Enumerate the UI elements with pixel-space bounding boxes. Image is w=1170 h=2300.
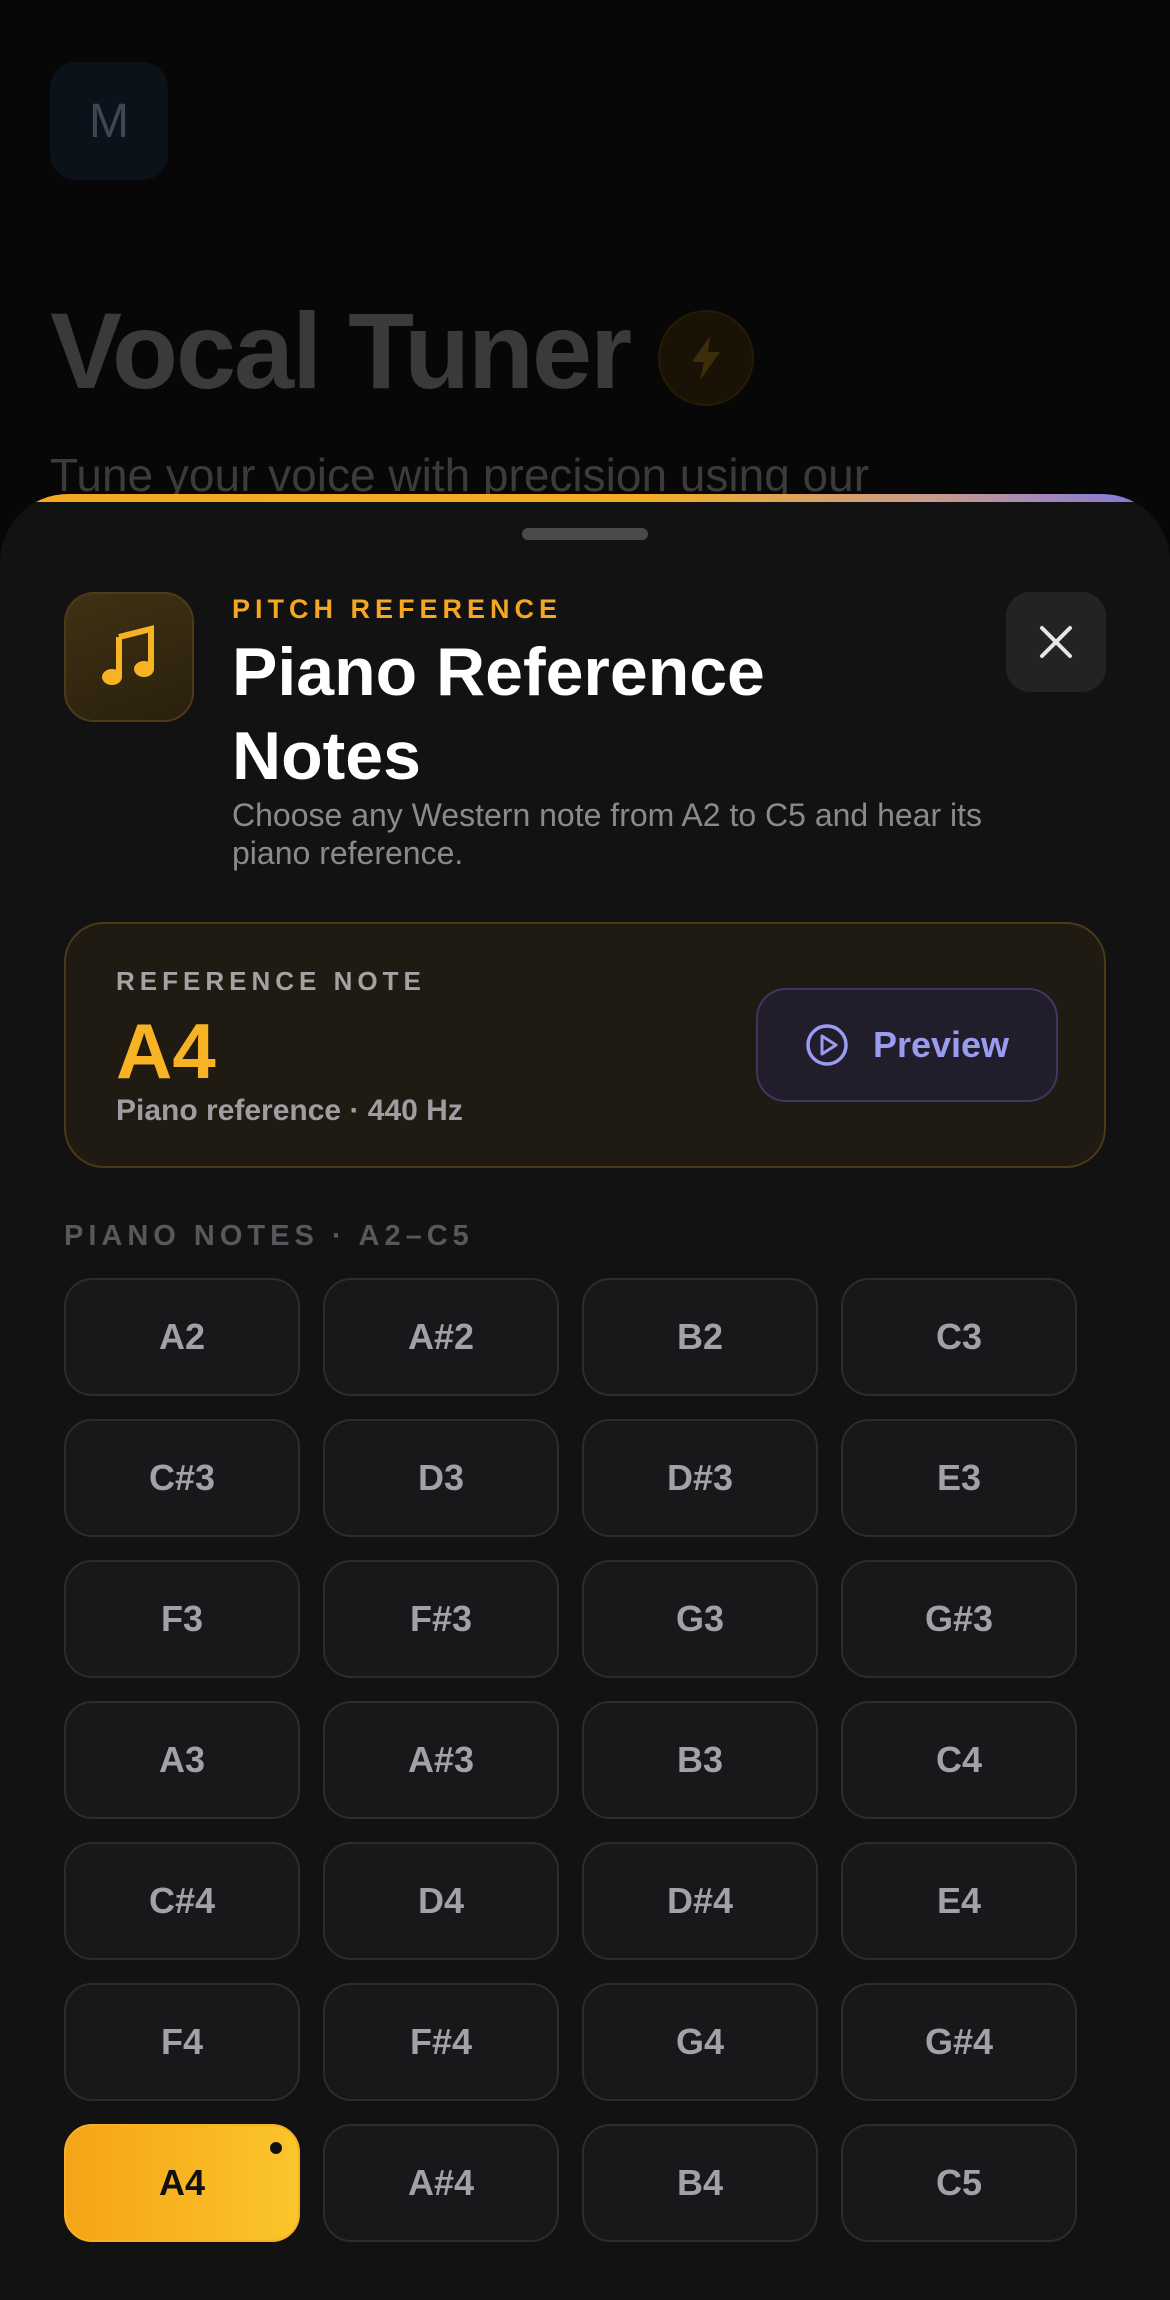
- note-key-csharp4[interactable]: C#4: [64, 1842, 300, 1960]
- preview-button[interactable]: Preview: [756, 988, 1058, 1102]
- selected-indicator-dot: [270, 2142, 282, 2154]
- app-screen: M Vocal Tuner Tune your voice with preci…: [0, 0, 1170, 2300]
- note-key-label: F3: [160, 1598, 203, 1639]
- note-key-e4[interactable]: E4: [841, 1842, 1077, 1960]
- reference-note-label: REFERENCE NOTE: [116, 966, 426, 996]
- note-key-d4[interactable]: D4: [323, 1842, 559, 1960]
- close-icon: [1040, 626, 1072, 658]
- note-key-label: G#4: [924, 2021, 994, 2062]
- avatar[interactable]: M: [50, 62, 168, 180]
- page-title: Vocal Tuner: [50, 290, 632, 411]
- reference-note-card: REFERENCE NOTE A4 Piano reference · 440 …: [64, 922, 1106, 1168]
- note-key-label: C3: [935, 1316, 983, 1357]
- note-key-label: A3: [158, 1739, 206, 1780]
- note-key-label: F#3: [409, 1598, 473, 1639]
- piano-notes-grid: A2 A#2 B2 C3 C#3 D3 D#3 E3 F3 F#3 G3 G#3 A3 A#3 B3 C4 C#…: [64, 1278, 1078, 2242]
- note-key-gsharp4[interactable]: G#4: [841, 1983, 1077, 2101]
- note-key-label: B4: [676, 2162, 724, 2203]
- note-key-label: B3: [676, 1739, 724, 1780]
- note-key-label: G4: [675, 2021, 725, 2062]
- note-key-a3[interactable]: A3: [64, 1701, 300, 1819]
- play-circle-icon: [806, 1024, 848, 1066]
- note-key-label: D#3: [666, 1457, 734, 1498]
- note-key-label: D4: [417, 1880, 465, 1921]
- note-key-c3[interactable]: C3: [841, 1278, 1077, 1396]
- piano-reference-sheet: PITCH REFERENCE Piano Reference Notes Ch…: [0, 494, 1170, 2300]
- note-key-asharp3[interactable]: A#3: [323, 1701, 559, 1819]
- piano-notes-label: PIANO NOTES · A2–C5: [64, 1220, 474, 1252]
- note-key-label: C5: [935, 2162, 983, 2203]
- note-key-label: D#4: [666, 1880, 734, 1921]
- note-key-c4[interactable]: C4: [841, 1701, 1077, 1819]
- close-button[interactable]: [1006, 592, 1106, 692]
- note-key-label: A4: [158, 2162, 206, 2203]
- note-key-csharp3[interactable]: C#3: [64, 1419, 300, 1537]
- note-key-dsharp3[interactable]: D#3: [582, 1419, 818, 1537]
- note-key-g3[interactable]: G3: [582, 1560, 818, 1678]
- note-key-label: A#2: [407, 1316, 475, 1357]
- note-key-label: C#3: [148, 1457, 216, 1498]
- note-key-asharp4[interactable]: A#4: [323, 2124, 559, 2242]
- note-key-label: A2: [158, 1316, 206, 1357]
- reference-note-description: Piano reference · 440 Hz: [116, 1094, 463, 1127]
- sheet-title: Piano Reference Notes: [232, 634, 765, 794]
- note-key-f3[interactable]: F3: [64, 1560, 300, 1678]
- note-key-label: D3: [417, 1457, 465, 1498]
- sheet-kicker: PITCH REFERENCE: [232, 594, 563, 624]
- note-key-b4[interactable]: B4: [582, 2124, 818, 2242]
- note-key-d3[interactable]: D3: [323, 1419, 559, 1537]
- sheet-accent-line: [0, 494, 1170, 502]
- note-key-label: E3: [936, 1457, 982, 1498]
- sheet-subtitle: Choose any Western note from A2 to C5 an…: [232, 797, 983, 871]
- note-key-label: F4: [160, 2021, 203, 2062]
- sheet-drag-handle[interactable]: [522, 528, 648, 540]
- note-key-a4[interactable]: A4: [64, 2124, 300, 2242]
- music-note-icon: [64, 592, 194, 722]
- note-key-asharp2[interactable]: A#2: [323, 1278, 559, 1396]
- note-key-c5[interactable]: C5: [841, 2124, 1077, 2242]
- note-key-label: A#3: [407, 1739, 475, 1780]
- note-key-label: A#4: [407, 2162, 475, 2203]
- note-key-f4[interactable]: F4: [64, 1983, 300, 2101]
- note-key-fsharp4[interactable]: F#4: [323, 1983, 559, 2101]
- note-key-b2[interactable]: B2: [582, 1278, 818, 1396]
- preview-label: Preview: [872, 1024, 1010, 1065]
- note-key-label: C4: [935, 1739, 983, 1780]
- note-key-label: G#3: [924, 1598, 994, 1639]
- note-key-e3[interactable]: E3: [841, 1419, 1077, 1537]
- note-key-g4[interactable]: G4: [582, 1983, 818, 2101]
- note-key-label: C#4: [148, 1880, 216, 1921]
- note-key-label: E4: [936, 1880, 982, 1921]
- note-key-dsharp4[interactable]: D#4: [582, 1842, 818, 1960]
- note-key-gsharp3[interactable]: G#3: [841, 1560, 1077, 1678]
- note-key-label: F#4: [409, 2021, 473, 2062]
- note-key-label: B2: [676, 1316, 724, 1357]
- reference-note-value: A4: [116, 1007, 216, 1095]
- note-key-fsharp3[interactable]: F#3: [323, 1560, 559, 1678]
- note-key-label: G3: [675, 1598, 725, 1639]
- avatar-letter: M: [89, 94, 129, 148]
- note-key-b3[interactable]: B3: [582, 1701, 818, 1819]
- bolt-icon[interactable]: [658, 310, 754, 406]
- note-key-a2[interactable]: A2: [64, 1278, 300, 1396]
